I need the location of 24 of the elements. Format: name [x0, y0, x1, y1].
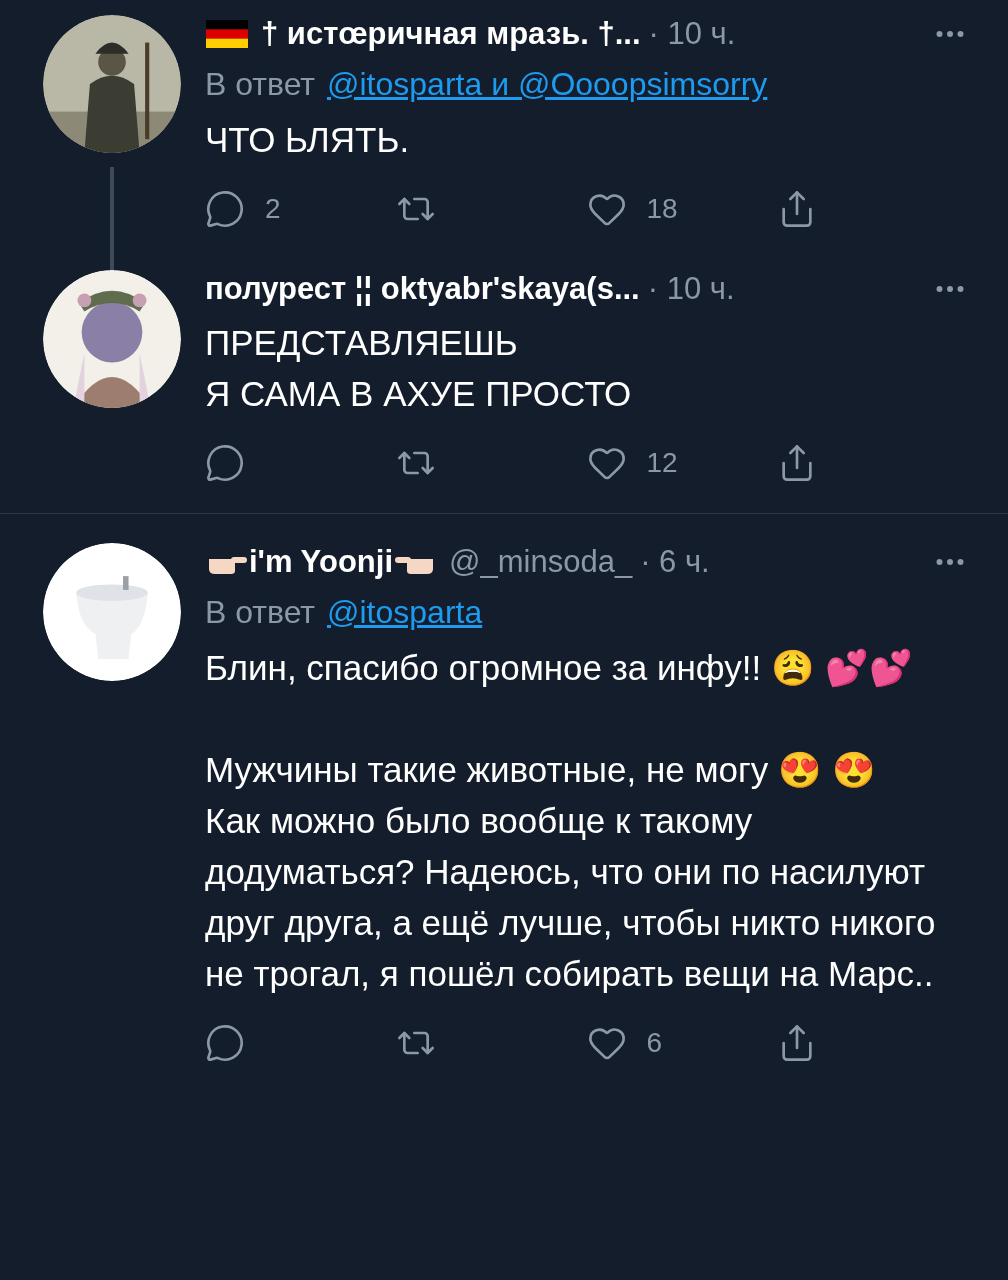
- tweet-text: ПРЕДСТАВЛЯЕШЬ: [205, 322, 519, 364]
- timestamp: · 6 ч.: [640, 542, 710, 581]
- tweet-text: ЧТО ЬЛЯТЬ.: [205, 119, 411, 161]
- timestamp: · 10 ч.: [648, 14, 736, 53]
- action-count: 12: [646, 446, 678, 480]
- mention-link[interactable]: @itosparta: [327, 588, 483, 636]
- timestamp: · 10 ч.: [647, 269, 735, 308]
- display-name[interactable]: † истœричная мразь. †...: [261, 10, 641, 58]
- tweet-text: Я САМА В АХУЕ ПРОСТО: [205, 373, 633, 415]
- reply-icon[interactable]: [205, 443, 245, 483]
- action-count: 2: [265, 192, 281, 226]
- tweet-text: Мужчины такие животные, не могу 😍 😍: [205, 749, 877, 791]
- action-count: 18: [646, 192, 678, 226]
- reply-label: В ответ: [205, 593, 315, 632]
- display-name[interactable]: i'm Yoonji: [249, 538, 393, 586]
- action-count: 6: [646, 1026, 663, 1060]
- tweet-text: Блин, спасибо огромное за инфу!! 😩 💕💕: [205, 647, 914, 689]
- display-name[interactable]: полурест ¦¦ oktyabr'skaya(s...: [205, 265, 640, 313]
- reply-label: В ответ: [205, 65, 315, 104]
- tweet-text: Как можно было вообще к такому додуматься? Надеюсь, что они по насилуют друг друга, а ещё лучше, чтобы никто никого не трогал, я пошёл собирать вещи на Марс..: [205, 800, 937, 995]
- mention-link[interactable]: @itosparta и @Oooopsimsorry: [327, 60, 768, 108]
- reply-icon[interactable]: [205, 1023, 245, 1063]
- reply-icon[interactable]: [205, 189, 245, 229]
- user-handle[interactable]: @_minsoda_: [449, 538, 633, 586]
